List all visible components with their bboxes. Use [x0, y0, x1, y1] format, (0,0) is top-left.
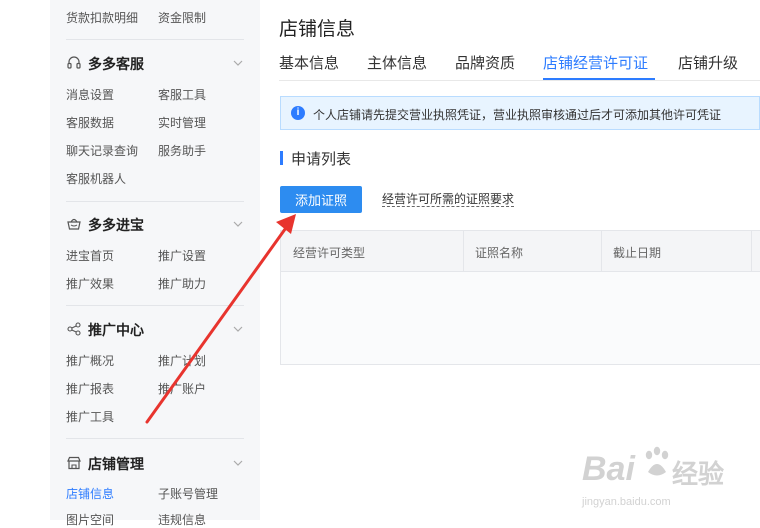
sidebar-item-promotion-report[interactable]: 推广报表 [66, 380, 114, 397]
sidebar-item-subaccount-management[interactable]: 子账号管理 [158, 485, 218, 502]
share-icon [67, 322, 81, 336]
sidebar-item-jinbao-home[interactable]: 进宝首页 [66, 247, 114, 264]
sidebar-divider [66, 305, 244, 306]
add-license-button[interactable]: 添加证照 [280, 186, 362, 213]
sidebar-divider [66, 438, 244, 439]
sidebar-group-duoduo-jinbao[interactable]: 多多进宝 [66, 214, 246, 234]
license-table: 经营许可类型 证照名称 截止日期 [280, 230, 760, 365]
tab-store-upgrade[interactable]: 店铺升级 [678, 52, 738, 73]
chevron-down-icon [233, 60, 243, 66]
baidu-jingyan-watermark: Bai 经验 jingyan.baidu.com [580, 436, 760, 520]
sidebar-group-store-management[interactable]: 店铺管理 [66, 453, 246, 473]
paw-icon [645, 446, 669, 476]
sidebar-item-service-robot[interactable]: 客服机器人 [66, 170, 126, 187]
sidebar-item-realtime-management[interactable]: 实时管理 [158, 114, 206, 131]
sidebar-divider [66, 201, 244, 202]
license-requirements-link[interactable]: 经营许可所需的证照要求 [382, 192, 515, 207]
column-header-license-name: 证照名称 [475, 246, 524, 260]
column-divider [751, 231, 752, 271]
sidebar-item-promotion-plan[interactable]: 推广计划 [158, 352, 206, 369]
tab-basic-info[interactable]: 基本信息 [279, 52, 339, 73]
page-title: 店铺信息 [279, 19, 356, 40]
section-accent-bar [280, 151, 283, 165]
chevron-down-icon [233, 221, 243, 227]
tab-entity-info[interactable]: 主体信息 [367, 52, 427, 73]
column-divider [463, 231, 464, 271]
sidebar-group-promotion-center[interactable]: 推广中心 [66, 319, 246, 339]
chevron-down-icon [233, 460, 243, 466]
info-notice: i 个人店铺请先提交营业执照凭证，营业执照审核通过后才可添加其他许可凭证 [280, 96, 760, 130]
sidebar-item-promotion-effect[interactable]: 推广效果 [66, 275, 114, 292]
sidebar-group-label: 多多进宝 [88, 217, 144, 233]
watermark-url: jingyan.baidu.com [582, 496, 671, 508]
sidebar-item-message-settings[interactable]: 消息设置 [66, 86, 114, 103]
tab-business-license[interactable]: 店铺经营许可证 [543, 52, 648, 73]
tabs-divider [279, 80, 760, 81]
treasure-icon [67, 218, 81, 230]
sidebar-item-service-data[interactable]: 客服数据 [66, 114, 114, 131]
sidebar-group-label: 推广中心 [88, 322, 144, 338]
sidebar-group-label: 多多客服 [88, 56, 144, 72]
sidebar-item-promotion-boost[interactable]: 推广助力 [158, 275, 206, 292]
sidebar-item-store-info[interactable]: 店铺信息 [66, 485, 114, 502]
sidebar-item-promotion-tools[interactable]: 推广工具 [66, 408, 114, 425]
column-header-license-type: 经营许可类型 [293, 246, 366, 260]
sidebar-group-label: 店铺管理 [88, 456, 144, 472]
column-divider [601, 231, 602, 271]
sidebar-item-promotion-account[interactable]: 推广账户 [158, 380, 206, 397]
sidebar-item-promotion-settings[interactable]: 推广设置 [158, 247, 206, 264]
info-icon: i [291, 106, 305, 120]
tab-brand-qualification[interactable]: 品牌资质 [455, 52, 515, 73]
sidebar-group-customer-service[interactable]: 多多客服 [66, 53, 246, 73]
sidebar-item-payment-deduction[interactable]: 货款扣款明细 [66, 9, 138, 26]
sidebar-item-fund-limit[interactable]: 资金限制 [158, 9, 206, 26]
watermark-brand-cn: 经验 [672, 459, 725, 489]
chevron-down-icon [233, 326, 243, 332]
sidebar-item-chat-history[interactable]: 聊天记录查询 [66, 142, 138, 159]
section-title: 申请列表 [291, 151, 352, 168]
sidebar-item-promotion-overview[interactable]: 推广概况 [66, 352, 114, 369]
sidebar-divider [66, 39, 244, 40]
sidebar-item-service-tools[interactable]: 客服工具 [158, 86, 206, 103]
watermark-brand: Bai [582, 450, 635, 488]
table-header: 经营许可类型 证照名称 截止日期 [281, 231, 760, 272]
store-icon [67, 456, 81, 470]
headset-icon [67, 56, 81, 69]
left-gutter [0, 0, 50, 520]
sidebar-item-service-assistant[interactable]: 服务助手 [158, 142, 206, 159]
notice-text: 个人店铺请先提交营业执照凭证，营业执照审核通过后才可添加其他许可凭证 [313, 108, 722, 122]
active-tab-indicator [543, 78, 655, 80]
column-header-expiry-date: 截止日期 [613, 246, 662, 260]
